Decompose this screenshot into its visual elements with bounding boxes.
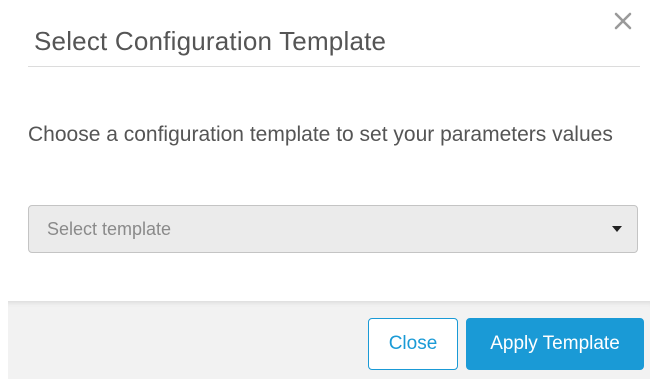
select-template-dialog: Select Configuration Template Choose a c… (0, 0, 650, 379)
close-button[interactable]: Close (368, 318, 458, 370)
template-select[interactable]: Select template (28, 205, 638, 253)
template-select-placeholder: Select template (47, 219, 172, 239)
dialog-title: Select Configuration Template (34, 26, 387, 56)
caret-down-icon (611, 225, 623, 233)
dialog-description: Choose a configuration template to set y… (28, 123, 613, 146)
apply-template-button[interactable]: Apply Template (466, 318, 644, 370)
dialog-header: Select Configuration Template (28, 0, 640, 67)
